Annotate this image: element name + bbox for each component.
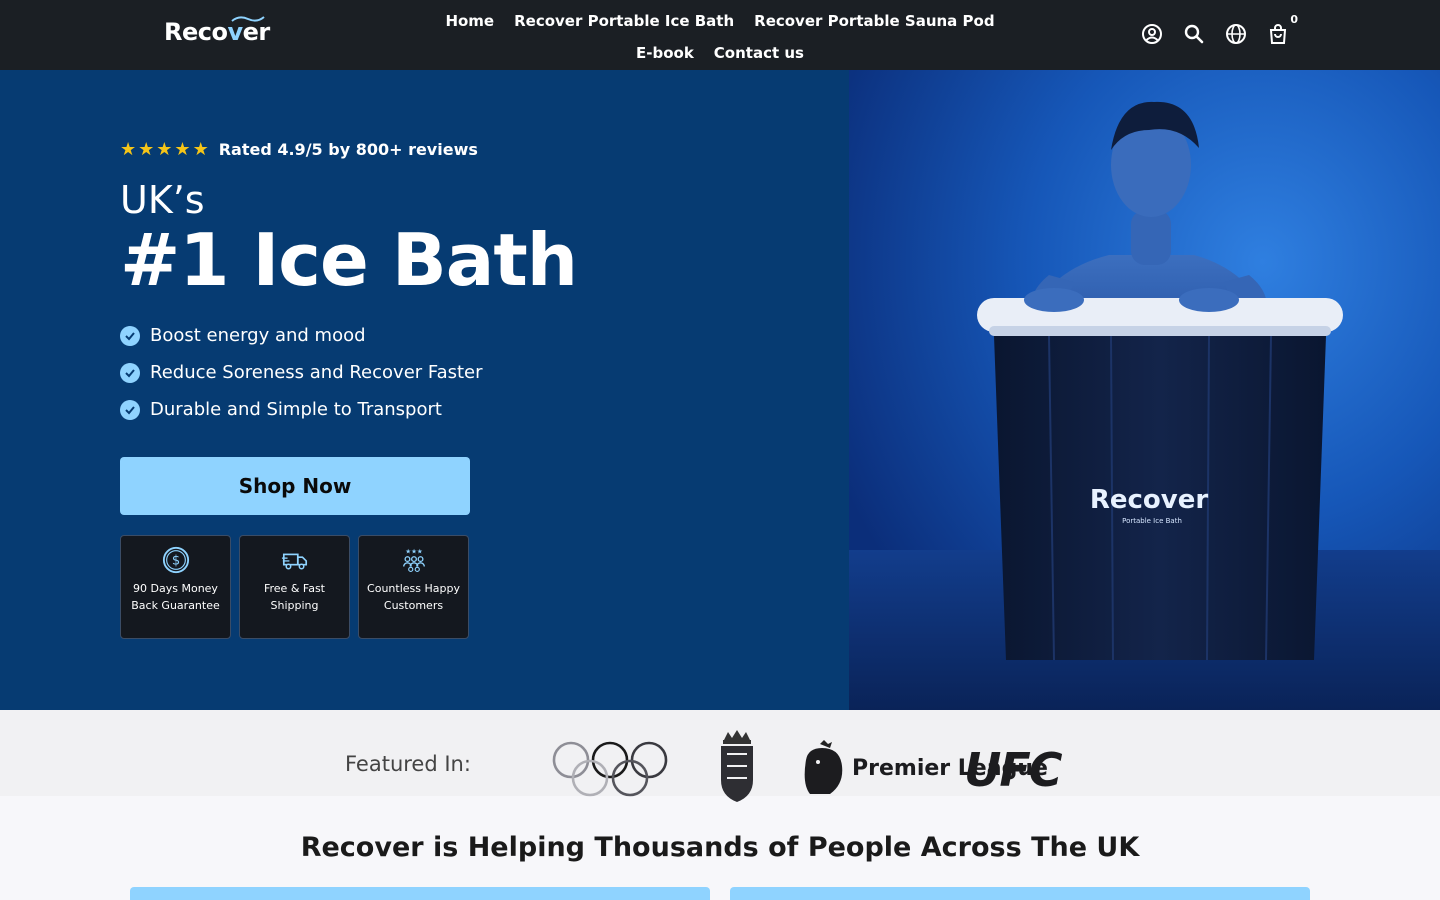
section-title: Recover is Helping Thousands of People A… [300,832,1140,863]
feature-shipping: Free & Fast Shipping [239,535,350,639]
feature-badges: $ 90 Days Money Back Guarantee Free & Fa… [120,535,469,639]
featured-label: Featured In: [345,752,471,776]
site-header: Recover Home Recover Portable Ice Bath R… [0,0,1440,70]
check-icon [120,399,140,420]
cart-count-badge: 0 [1290,13,1298,26]
review-card [730,887,1310,900]
svg-text:★★★: ★★★ [405,547,423,555]
wave-icon [231,16,265,22]
rating-text: Rated 4.9/5 by 800+ reviews [218,140,478,159]
check-icon [120,325,140,346]
nav-contact[interactable]: Contact us [714,44,804,62]
money-back-icon: $ [162,546,189,574]
account-icon[interactable] [1140,22,1164,46]
svg-text:$: $ [171,554,179,569]
hero-title: #1 Ice Bath [120,218,578,302]
header-actions: 0 [1140,13,1298,46]
star-icon: ★ [138,138,155,160]
england-cricket-logo [721,730,753,802]
benefit-list: Boost energy and mood Reduce Soreness an… [120,317,483,428]
feature-text: 90 Days Money Back Guarantee [131,582,220,612]
benefit-text: Durable and Simple to Transport [150,399,442,420]
hero-product-image: Recover Portable Ice Bath [849,70,1440,710]
featured-in-band: Featured In: Premier League UFC [0,710,1440,802]
tub-sub-text: Portable Ice Bath [1122,517,1182,525]
happy-customers-icon: ★★★ [402,547,425,572]
tub-brand-text: Recover [1090,485,1209,515]
lion-icon [804,740,843,794]
shop-now-button[interactable]: Shop Now [120,457,470,515]
star-icon: ★ [120,138,137,160]
delivery-truck-icon [281,553,307,570]
rating: ★ ★ ★ ★ ★ Rated 4.9/5 by 800+ reviews [120,140,478,159]
review-card [130,887,710,900]
hero-section: ★ ★ ★ ★ ★ Rated 4.9/5 by 800+ reviews UK… [0,70,1440,710]
nav-home[interactable]: Home [445,12,494,30]
feature-money-back: $ 90 Days Money Back Guarantee [120,535,231,639]
nav-ice-bath[interactable]: Recover Portable Ice Bath [514,12,734,30]
benefit-text: Boost energy and mood [150,325,366,346]
star-rating: ★ ★ ★ ★ ★ [120,138,209,160]
ufc-logo: UFC [964,743,1063,797]
benefit-text: Reduce Soreness and Recover Faster [150,362,483,383]
feature-text: Countless Happy Customers [367,582,460,612]
star-icon: ★ [156,138,173,160]
search-icon[interactable] [1182,22,1206,46]
star-icon: ★ [192,138,209,160]
olympic-rings-logo [552,741,668,797]
benefit-item: Reduce Soreness and Recover Faster [120,354,483,391]
benefit-item: Durable and Simple to Transport [120,391,483,428]
feature-customers: ★★★ Countless Happy Customers [358,535,469,639]
benefit-item: Boost energy and mood [120,317,483,354]
globe-icon[interactable] [1224,22,1248,46]
check-icon [120,362,140,383]
star-icon: ★ [174,138,191,160]
site-logo[interactable]: Recover [164,14,270,50]
cart-icon[interactable]: 0 [1266,13,1298,46]
nav-sauna-pod[interactable]: Recover Portable Sauna Pod [754,12,994,30]
feature-text: Free & Fast Shipping [263,582,325,612]
nav-ebook[interactable]: E-book [636,44,694,62]
hero-subtitle: UK’s [120,178,205,222]
ice-bath-photo: Recover Portable Ice Bath [849,101,1440,710]
main-nav: Home Recover Portable Ice Bath Recover P… [430,6,1010,70]
